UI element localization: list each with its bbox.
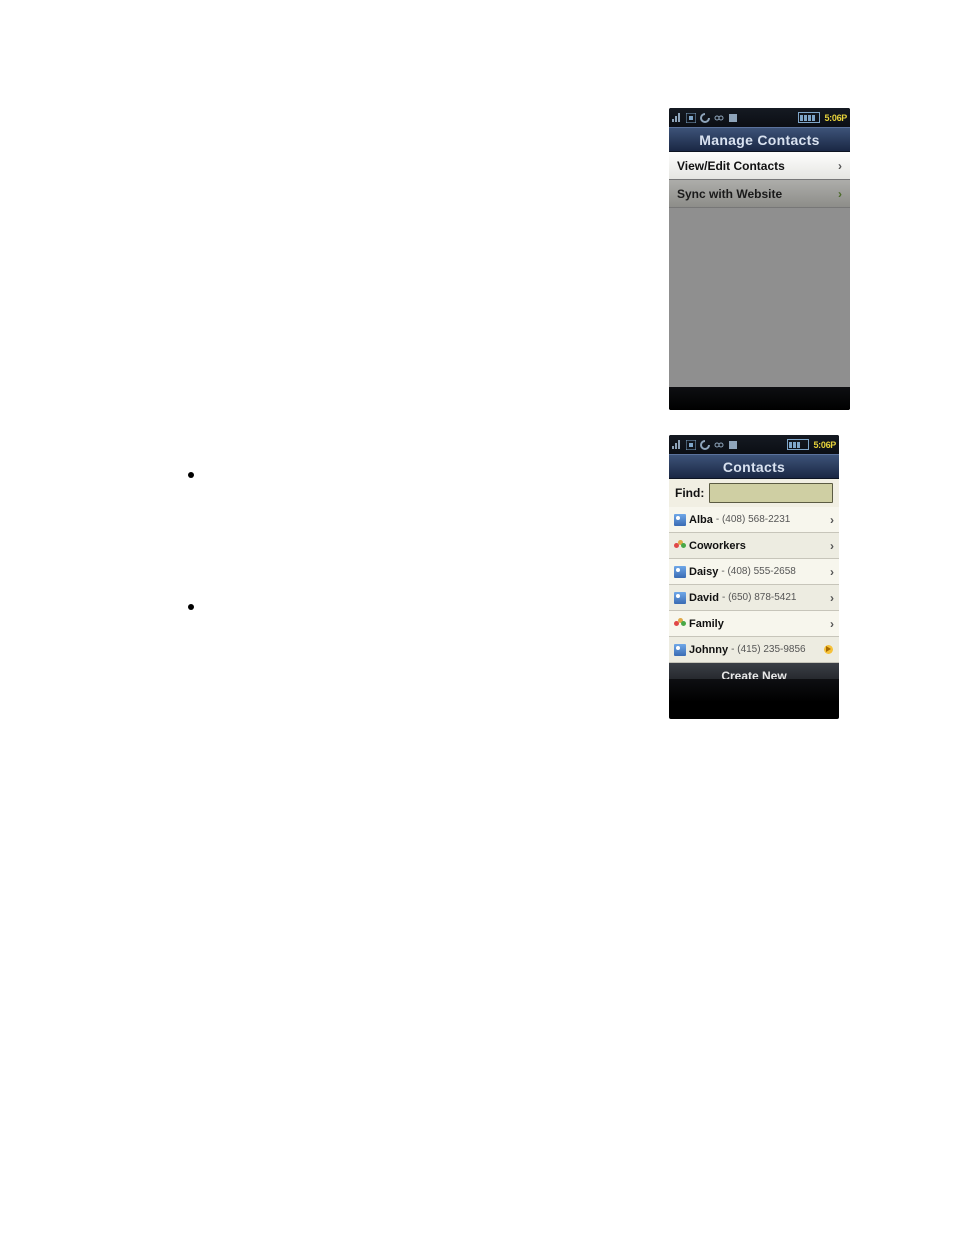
- contact-row-coworkers[interactable]: Coworkers ›: [669, 533, 839, 559]
- contact-name: Johnny: [689, 644, 728, 656]
- contact-phone: - (408) 568-2231: [716, 514, 791, 525]
- menu-item-sync-with-website[interactable]: Sync with Website ›: [669, 180, 850, 208]
- screen-title: Contacts: [669, 454, 839, 479]
- status-square-icon: [686, 113, 696, 123]
- contact-row-alba[interactable]: Alba - (408) 568-2231 ›: [669, 507, 839, 533]
- create-new-button[interactable]: Create New: [669, 663, 839, 679]
- contact-name: Coworkers: [689, 540, 746, 552]
- chevron-right-icon: ›: [838, 159, 842, 173]
- bottom-bar: [669, 679, 839, 702]
- data-icon: [728, 440, 738, 450]
- bullet-dot: [188, 604, 194, 610]
- menu-item-label: View/Edit Contacts: [677, 159, 785, 173]
- battery-icon: [787, 439, 809, 450]
- signal-icon: [672, 113, 682, 123]
- contact-row-family[interactable]: Family ›: [669, 611, 839, 637]
- find-label: Find:: [675, 486, 704, 500]
- contact-phone: - (415) 235-9856: [731, 644, 806, 655]
- status-time: 5:06P: [824, 113, 847, 123]
- contact-row-daisy[interactable]: Daisy - (408) 555-2658 ›: [669, 559, 839, 585]
- bullet-dot: [188, 472, 194, 478]
- contact-phone: - (650) 878-5421: [722, 592, 797, 603]
- screenshot-manage-contacts: 5:06P Manage Contacts View/Edit Contacts…: [669, 108, 850, 410]
- chevron-right-icon: ›: [830, 539, 834, 553]
- sync-icon: [700, 440, 710, 450]
- contact-name: Alba: [689, 514, 713, 526]
- person-icon: [674, 644, 686, 656]
- contact-name: David: [689, 592, 719, 604]
- contact-phone: - (408) 555-2658: [721, 566, 796, 577]
- create-new-label: Create New: [721, 669, 786, 680]
- group-icon: [674, 618, 686, 630]
- sync-icon: [700, 113, 710, 123]
- link-icon: [714, 440, 724, 450]
- screen-title-text: Contacts: [723, 459, 785, 475]
- person-icon: [674, 514, 686, 526]
- screen-title-text: Manage Contacts: [699, 132, 819, 148]
- group-icon: [674, 540, 686, 552]
- chevron-right-icon: ›: [838, 187, 842, 201]
- contact-row-johnny[interactable]: Johnny - (415) 235-9856: [669, 637, 839, 663]
- person-icon: [674, 592, 686, 604]
- signal-icon: [672, 440, 682, 450]
- chevron-right-icon: ›: [830, 513, 834, 527]
- status-bar: 5:06P: [669, 108, 850, 127]
- contact-row-david[interactable]: David - (650) 878-5421 ›: [669, 585, 839, 611]
- arrow-right-icon: [823, 644, 834, 655]
- person-icon: [674, 566, 686, 578]
- status-time: 5:06P: [813, 440, 836, 450]
- bottom-bar: [669, 387, 850, 410]
- screenshot-contacts-list: 5:06P Contacts Find: Alba - (408) 568-22…: [669, 435, 839, 719]
- menu-item-view-edit-contacts[interactable]: View/Edit Contacts ›: [669, 152, 850, 180]
- find-row: Find:: [669, 479, 839, 507]
- contact-name: Family: [689, 618, 724, 630]
- screen-title: Manage Contacts: [669, 127, 850, 152]
- battery-icon: [798, 112, 820, 123]
- data-icon: [728, 113, 738, 123]
- link-icon: [714, 113, 724, 123]
- chevron-right-icon: ›: [830, 617, 834, 631]
- contact-name: Daisy: [689, 566, 718, 578]
- chevron-right-icon: ›: [830, 591, 834, 605]
- status-square-icon: [686, 440, 696, 450]
- chevron-right-icon: ›: [830, 565, 834, 579]
- status-bar: 5:06P: [669, 435, 839, 454]
- menu-item-label: Sync with Website: [677, 187, 782, 201]
- find-input[interactable]: [709, 483, 833, 503]
